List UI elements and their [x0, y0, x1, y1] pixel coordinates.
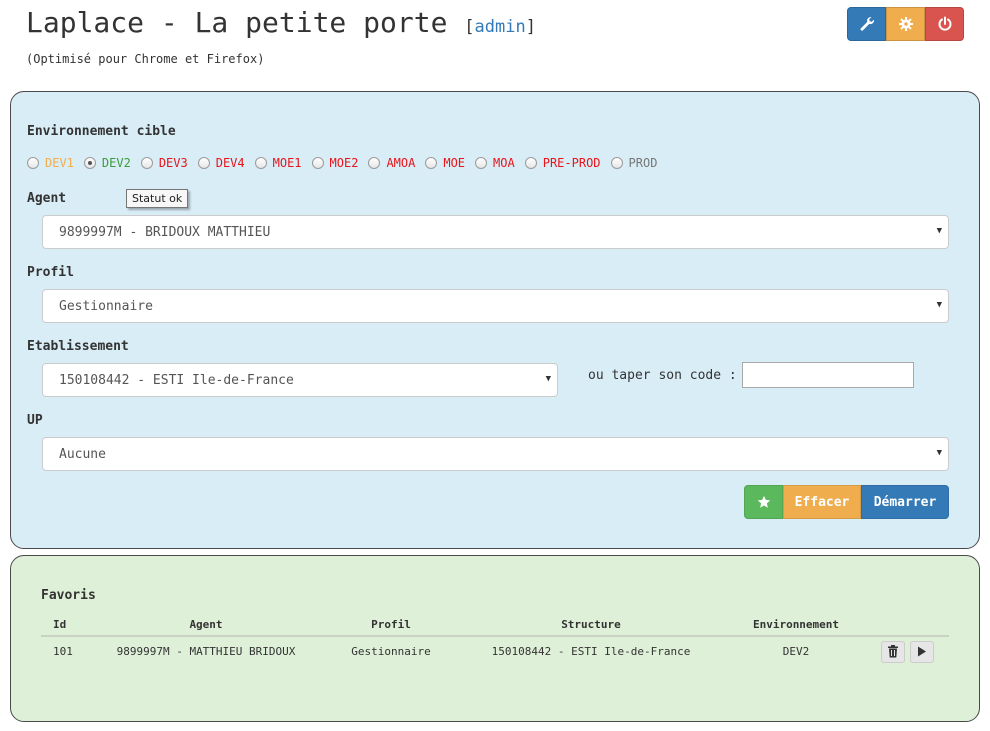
env-option-dev3[interactable]: DEV3: [140, 156, 188, 170]
page-title-text: Laplace - La petite porte: [26, 6, 448, 39]
login-form-panel: Environnement cible DEV1 DEV2 DEV3 DEV4 MOE1…: [10, 91, 980, 549]
agent-select[interactable]: 9899997M - BRIDOUX MATTHIEU ▼: [42, 215, 949, 249]
env-radio-moe[interactable]: [425, 157, 438, 169]
table-row: 101 9899997M - MATTHIEU BRIDOUX Gestionn…: [41, 636, 949, 666]
cell-profil: Gestionnaire: [351, 645, 431, 658]
env-label-dev4: DEV4: [215, 156, 245, 170]
cell-actions: [871, 636, 949, 666]
wrench-button[interactable]: [847, 7, 886, 41]
wrench-icon: [860, 17, 874, 31]
env-option-moe[interactable]: MOE: [425, 156, 465, 170]
env-option-dev4[interactable]: DEV4: [197, 156, 245, 170]
environment-radio-group: DEV1 DEV2 DEV3 DEV4 MOE1 MOE2 AMOA MOE MOA PRE-PR…: [27, 156, 667, 170]
table-header-row: Id Agent Profil Structure Environnement: [41, 614, 949, 637]
favorite-button[interactable]: [744, 485, 783, 519]
env-radio-amoa[interactable]: [368, 157, 381, 169]
env-option-prod[interactable]: PROD: [610, 156, 658, 170]
status-tooltip: Statut ok: [126, 189, 189, 208]
favorites-table: Id Agent Profil Structure Environnement …: [41, 614, 949, 666]
power-icon: [938, 16, 951, 31]
chevron-down-icon: ▼: [936, 300, 942, 310]
settings-button[interactable]: [886, 7, 925, 41]
env-option-dev2[interactable]: DEV2: [83, 156, 131, 170]
env-radio-moe1[interactable]: [254, 157, 267, 169]
up-label: UP: [27, 413, 43, 428]
column-header-agent: Agent: [91, 614, 321, 637]
up-select-value: Aucune: [59, 446, 106, 462]
agent-select-value: 9899997M - BRIDOUX MATTHIEU: [59, 224, 271, 240]
etablissement-select[interactable]: 150108442 - ESTI Ile-de-France ▼: [42, 363, 558, 397]
chevron-down-icon: ▼: [936, 226, 942, 236]
star-icon: [757, 495, 770, 508]
code-label: ou taper son code :: [588, 368, 737, 383]
start-button[interactable]: Démarrer: [861, 485, 949, 519]
delete-favorite-button[interactable]: [881, 640, 905, 663]
cell-id: 101: [53, 645, 73, 658]
env-label-moe: MOE: [443, 156, 466, 170]
env-radio-moa[interactable]: [475, 157, 488, 169]
page-title: Laplace - La petite porte [admin]: [26, 6, 536, 39]
env-label-moe2: MOE2: [329, 156, 359, 170]
cell-environnement: DEV2: [782, 645, 810, 658]
env-radio-prod[interactable]: [610, 157, 623, 169]
subtitle: (Optimisé pour Chrome et Firefox): [26, 52, 265, 66]
env-radio-moe2[interactable]: [311, 157, 324, 169]
clear-button[interactable]: Effacer: [783, 485, 861, 519]
env-label-moe1: MOE1: [272, 156, 302, 170]
env-label-prod: PROD: [628, 156, 658, 170]
env-radio-dev1[interactable]: [27, 157, 39, 169]
play-icon: [918, 646, 926, 657]
gear-icon: [898, 17, 913, 31]
favorites-panel: Favoris Id Agent Profil Structure Enviro…: [10, 555, 980, 722]
env-radio-dev4[interactable]: [197, 157, 210, 169]
favorites-title: Favoris: [41, 588, 96, 603]
profil-select-value: Gestionnaire: [59, 298, 153, 314]
column-header-profil: Profil: [321, 614, 461, 637]
form-action-group: Effacer Démarrer: [744, 485, 949, 519]
play-favorite-button[interactable]: [910, 640, 934, 663]
etablissement-label: Etablissement: [27, 339, 129, 354]
column-header-actions: [871, 614, 949, 637]
up-select[interactable]: Aucune ▼: [42, 437, 949, 471]
env-label-moa: MOA: [493, 156, 515, 170]
env-label: Environnement cible: [27, 124, 176, 139]
env-label-dev2: DEV2: [101, 156, 131, 170]
env-option-moe2[interactable]: MOE2: [311, 156, 359, 170]
env-label-dev3: DEV3: [158, 156, 188, 170]
bracket-close: ]: [525, 17, 536, 37]
chevron-down-icon: ▼: [545, 374, 551, 384]
env-label-amoa: AMOA: [386, 156, 416, 170]
env-radio-dev3[interactable]: [140, 157, 153, 169]
chevron-down-icon: ▼: [936, 448, 942, 458]
env-option-pre-prod[interactable]: PRE-PROD: [524, 156, 601, 170]
env-option-dev1[interactable]: DEV1: [27, 156, 74, 170]
trash-icon: [888, 645, 898, 658]
env-option-moa[interactable]: MOA: [475, 156, 515, 170]
top-button-group: [847, 7, 964, 41]
bracket-open: [: [464, 17, 475, 37]
column-header-environnement: Environnement: [721, 614, 871, 637]
agent-label: Agent: [27, 191, 67, 206]
code-input[interactable]: [742, 362, 914, 388]
etablissement-select-value: 150108442 - ESTI Ile-de-France: [59, 372, 294, 388]
env-option-amoa[interactable]: AMOA: [368, 156, 415, 170]
env-label-dev1: DEV1: [45, 156, 74, 170]
profil-select[interactable]: Gestionnaire ▼: [42, 289, 949, 323]
env-radio-pre-prod[interactable]: [524, 157, 537, 169]
power-button[interactable]: [925, 7, 964, 41]
column-header-structure: Structure: [461, 614, 721, 637]
cell-agent: 9899997M - MATTHIEU BRIDOUX: [116, 645, 296, 658]
column-header-id: Id: [41, 614, 91, 637]
env-option-moe1[interactable]: MOE1: [254, 156, 302, 170]
cell-structure: 150108442 - ESTI Ile-de-France: [491, 645, 691, 658]
env-radio-dev2[interactable]: [83, 157, 96, 169]
admin-link[interactable]: admin: [475, 17, 526, 37]
env-label-pre-prod: PRE-PROD: [542, 156, 601, 170]
profil-label: Profil: [27, 265, 74, 280]
